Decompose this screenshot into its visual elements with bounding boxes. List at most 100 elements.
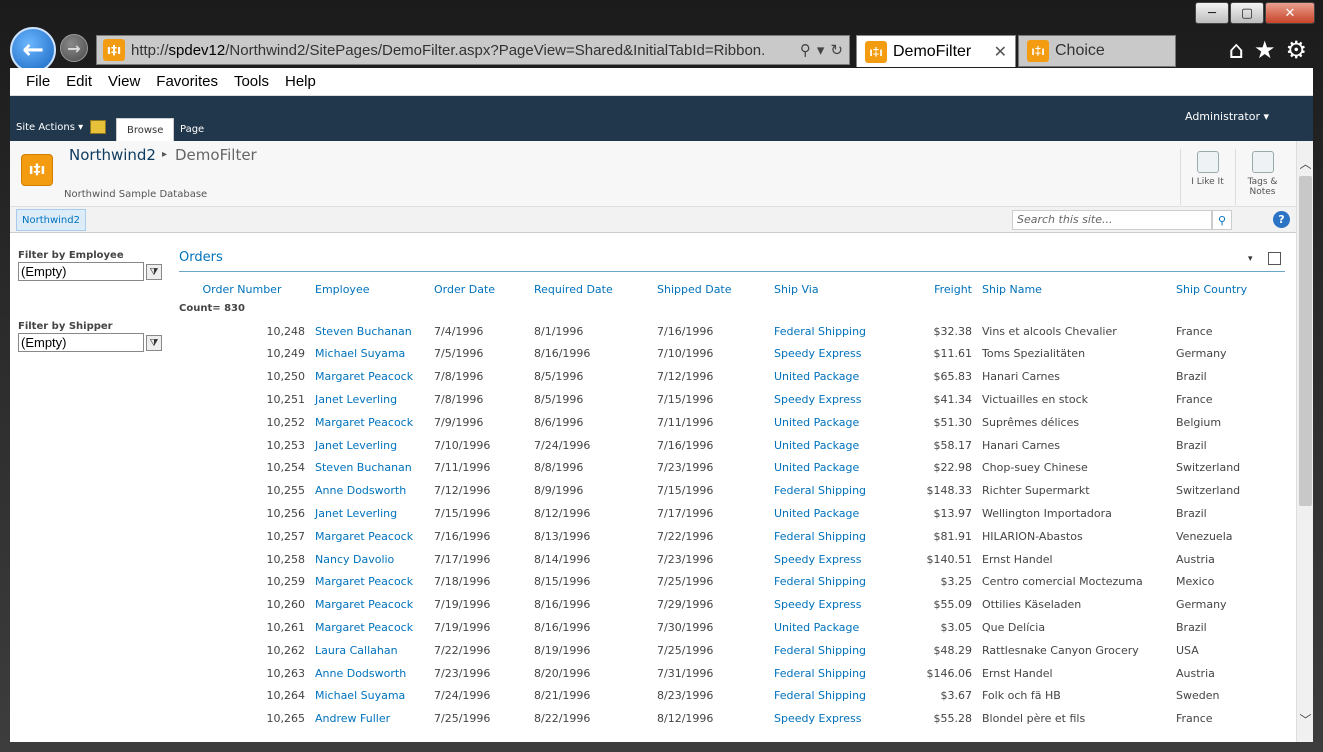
dropdown-arrow-icon[interactable]: ▾	[817, 41, 825, 59]
cell-employee-link[interactable]: Margaret Peacock	[305, 593, 434, 616]
scroll-up-icon[interactable]: ︿	[1297, 155, 1313, 172]
col-employee[interactable]: Employee	[305, 281, 434, 297]
cell-ship-via-link[interactable]: Speedy Express	[774, 707, 889, 730]
cell-employee-link[interactable]: Janet Leverling	[305, 434, 434, 457]
minimize-button[interactable]: ─	[1195, 2, 1229, 24]
cell-ship-via-link[interactable]: Speedy Express	[774, 593, 889, 616]
tab-page[interactable]: Page	[170, 118, 214, 141]
cell-ship-via-link[interactable]: Federal Shipping	[774, 320, 889, 343]
cell-ship-via-link[interactable]: United Package	[774, 502, 889, 525]
site-actions-menu[interactable]: Site Actions ▾	[16, 122, 83, 133]
cell-ship-via-link[interactable]: United Package	[774, 457, 889, 480]
url-prefix: http://	[131, 41, 169, 59]
webpart-title[interactable]: Orders	[179, 250, 223, 265]
search-button[interactable]: ⚲	[1212, 210, 1232, 230]
cell-order-number: 10,249	[266, 347, 306, 361]
cell-employee-link[interactable]: Margaret Peacock	[305, 525, 434, 548]
forward-button[interactable]: →	[60, 34, 88, 62]
user-menu[interactable]: Administrator ▾	[1185, 110, 1269, 123]
cell-ship-via-link[interactable]: Federal Shipping	[774, 685, 889, 708]
menu-help[interactable]: Help	[285, 73, 316, 90]
topnav-item-northwind2[interactable]: Northwind2	[16, 209, 86, 231]
cell-employee-link[interactable]: Margaret Peacock	[305, 411, 434, 434]
cell-employee-link[interactable]: Janet Leverling	[305, 502, 434, 525]
address-bar[interactable]: ı‡ı http://spdev12/Northwind2/SitePages/…	[96, 35, 850, 65]
cell-ship-via-link[interactable]: United Package	[774, 434, 889, 457]
table-row: 10,252 Margaret Peacock 7/9/1996 8/6/1996 7/…	[179, 411, 1286, 434]
cell-employee-link[interactable]: Steven Buchanan	[305, 457, 434, 480]
col-freight[interactable]: Freight	[889, 281, 972, 297]
cell-employee-link[interactable]: Anne Dodsworth	[305, 662, 434, 685]
tags-notes-button[interactable]: Tags & Notes	[1235, 149, 1289, 205]
site-logo-icon[interactable]: ı‡ı	[21, 154, 53, 186]
cell-ship-via-link[interactable]: Federal Shipping	[774, 525, 889, 548]
tab-choice[interactable]: ı‡ı Choice	[1018, 35, 1176, 67]
webpart-menu-icon[interactable]: ▾	[1248, 254, 1253, 264]
breadcrumb-page-title: DemoFilter	[175, 146, 257, 164]
filter-employee-button[interactable]: ⧩	[146, 264, 162, 280]
close-window-button[interactable]: ✕	[1265, 2, 1315, 24]
cell-shipped-date: 7/23/1996	[657, 461, 714, 475]
home-icon[interactable]: ⌂	[1229, 36, 1244, 64]
navigate-up-icon[interactable]	[90, 120, 106, 134]
cell-employee-link[interactable]: Laura Callahan	[305, 639, 434, 662]
maximize-button[interactable]: ▢	[1230, 2, 1264, 24]
tab-browse[interactable]: Browse	[116, 118, 175, 141]
menu-tools[interactable]: Tools	[234, 73, 269, 90]
cell-employee-link[interactable]: Michael Suyama	[305, 685, 434, 708]
menu-view[interactable]: View	[108, 73, 140, 90]
cell-employee-link[interactable]: Margaret Peacock	[305, 365, 434, 388]
cell-ship-via-link[interactable]: Speedy Express	[774, 343, 889, 366]
cell-employee-link[interactable]: Andrew Fuller	[305, 707, 434, 730]
cell-employee-link[interactable]: Nancy Davolio	[305, 548, 434, 571]
cell-freight: $148.33	[926, 484, 973, 498]
cell-ship-via-link[interactable]: Speedy Express	[774, 548, 889, 571]
search-icon[interactable]: ⚲	[800, 41, 811, 59]
cell-employee-link[interactable]: Janet Leverling	[305, 388, 434, 411]
menu-file[interactable]: File	[26, 73, 50, 90]
breadcrumb-site-link[interactable]: Northwind2	[69, 146, 156, 164]
filter-employee-input[interactable]: (Empty)	[18, 262, 144, 281]
cell-ship-via-link[interactable]: United Package	[774, 365, 889, 388]
cell-freight: $65.83	[933, 370, 973, 384]
cell-ship-via-link[interactable]: Federal Shipping	[774, 639, 889, 662]
close-tab-icon[interactable]: ✕	[994, 42, 1007, 62]
col-ship-via[interactable]: Ship Via	[774, 281, 889, 297]
scroll-thumb[interactable]	[1299, 176, 1312, 506]
cell-ship-via-link[interactable]: Federal Shipping	[774, 479, 889, 502]
tab-demofilter[interactable]: ı‡ı DemoFilter ✕	[856, 35, 1016, 67]
settings-gear-icon[interactable]: ⚙	[1285, 36, 1307, 64]
cell-employee-link[interactable]: Margaret Peacock	[305, 571, 434, 594]
page-scrollbar[interactable]: ︿ ﹀	[1296, 141, 1313, 742]
back-button[interactable]: ←	[10, 27, 56, 73]
help-icon[interactable]: ?	[1273, 211, 1290, 228]
cell-ship-via-link[interactable]: Federal Shipping	[774, 662, 889, 685]
cell-required-date: 8/16/1996	[534, 347, 591, 361]
refresh-icon[interactable]: ↻	[830, 41, 843, 59]
col-shipped-date[interactable]: Shipped Date	[657, 281, 774, 297]
cell-ship-country: Switzerland	[1176, 461, 1241, 475]
filter-shipper-button[interactable]: ⧩	[146, 335, 162, 351]
scroll-down-icon[interactable]: ﹀	[1297, 711, 1313, 728]
col-required-date[interactable]: Required Date	[534, 281, 657, 297]
url-text[interactable]: http://spdev12/Northwind2/SitePages/Demo…	[131, 42, 800, 59]
col-order-number[interactable]: Order Number	[179, 281, 305, 297]
menu-edit[interactable]: Edit	[66, 73, 92, 90]
cell-employee-link[interactable]: Margaret Peacock	[305, 616, 434, 639]
i-like-it-button[interactable]: I Like It	[1180, 149, 1234, 205]
menu-favorites[interactable]: Favorites	[156, 73, 218, 90]
cell-ship-via-link[interactable]: Speedy Express	[774, 388, 889, 411]
favorites-star-icon[interactable]: ★	[1254, 36, 1276, 64]
cell-ship-via-link[interactable]: United Package	[774, 616, 889, 639]
webpart-select-checkbox[interactable]	[1268, 252, 1281, 265]
col-order-date[interactable]: Order Date	[434, 281, 534, 297]
cell-employee-link[interactable]: Michael Suyama	[305, 343, 434, 366]
cell-ship-via-link[interactable]: Federal Shipping	[774, 571, 889, 594]
site-search-input[interactable]: Search this site...	[1012, 210, 1212, 230]
cell-employee-link[interactable]: Anne Dodsworth	[305, 479, 434, 502]
filter-shipper-input[interactable]: (Empty)	[18, 333, 144, 352]
col-ship-name[interactable]: Ship Name	[972, 281, 1176, 297]
cell-ship-via-link[interactable]: United Package	[774, 411, 889, 434]
col-ship-country[interactable]: Ship Country	[1176, 281, 1286, 297]
cell-employee-link[interactable]: Steven Buchanan	[305, 320, 434, 343]
